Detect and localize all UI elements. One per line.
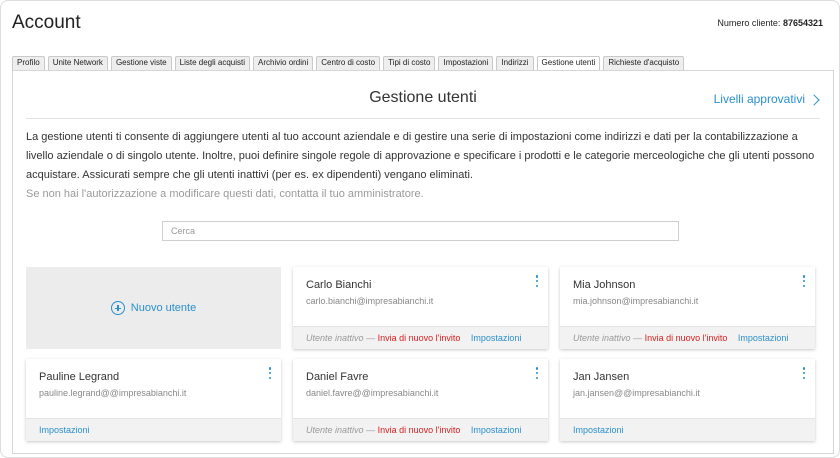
tab-tipi-di-costo[interactable]: Tipi di costo	[383, 56, 436, 70]
user-name: Mia Johnson	[573, 279, 636, 291]
user-card: Mia Johnson mia.johnson@impresabianchi.i…	[560, 267, 815, 349]
account-page: Account Numero cliente: 87654321 Profilo…	[0, 0, 840, 458]
user-card: Carlo Bianchi carlo.bianchi@impresabianc…	[293, 267, 548, 349]
plus-circle-icon	[110, 301, 125, 315]
separator: —	[366, 425, 376, 435]
separator: —	[366, 333, 376, 343]
permission-note: Se non hai l'autorizzazione a modificare…	[26, 188, 424, 200]
user-name: Carlo Bianchi	[306, 279, 372, 291]
more-options-icon[interactable]	[267, 367, 273, 379]
user-name: Pauline Legrand	[39, 371, 120, 383]
card-footer: Impostazioni	[560, 418, 815, 441]
approval-levels-label: Livelli approvativi	[713, 92, 805, 106]
user-email: pauline.legrand@@impresabianchi.it	[39, 388, 187, 398]
separator: —	[633, 333, 643, 343]
user-name: Jan Jansen	[573, 371, 630, 383]
client-number-label: Numero cliente:	[717, 18, 781, 28]
user-card: Daniel Favre daniel.favre@@impresabianch…	[293, 359, 548, 441]
tab-archivio-ordini[interactable]: Archivio ordini	[253, 56, 314, 70]
description: La gestione utenti ti consente di aggiun…	[26, 128, 826, 204]
tab-profilo[interactable]: Profilo	[12, 56, 45, 70]
tab-gestione-utenti[interactable]: Gestione utenti	[536, 56, 601, 70]
user-settings-link[interactable]: Impostazioni	[573, 425, 624, 435]
section-header: Gestione utenti Livelli approvativi	[26, 83, 820, 119]
new-user-label: Nuovo utente	[130, 302, 197, 314]
more-options-icon[interactable]	[801, 275, 807, 287]
inactive-label: Utente inattivo	[306, 333, 364, 343]
more-options-icon[interactable]	[534, 367, 540, 379]
client-number: Numero cliente: 87654321	[717, 18, 823, 28]
page-title: Account	[12, 12, 81, 33]
search-input[interactable]	[162, 221, 679, 241]
user-email: mia.johnson@impresabianchi.it	[573, 296, 699, 306]
resend-invite-link[interactable]: Invia di nuovo l'invito	[378, 333, 461, 343]
tab-richieste-acquisto[interactable]: Richieste d'acquisto	[603, 56, 685, 70]
card-footer: Impostazioni	[26, 418, 281, 441]
tab-bar: Profilo Unite Network Gestione viste Lis…	[12, 56, 687, 70]
tab-impostazioni[interactable]: Impostazioni	[438, 56, 494, 70]
more-options-icon[interactable]	[801, 367, 807, 379]
card-footer: Utente inattivo — Invia di nuovo l'invit…	[293, 326, 548, 349]
user-settings-link[interactable]: Impostazioni	[39, 425, 90, 435]
new-user-button[interactable]: Nuovo utente	[26, 267, 281, 349]
tab-unite-network[interactable]: Unite Network	[47, 56, 108, 70]
client-number-value: 87654321	[782, 18, 823, 28]
card-footer: Utente inattivo — Invia di nuovo l'invit…	[560, 326, 815, 349]
tab-liste-acquisti[interactable]: Liste degli acquisti	[174, 56, 251, 70]
user-name: Daniel Favre	[306, 371, 369, 383]
user-email: carlo.bianchi@impresabianchi.it	[306, 296, 434, 306]
section-title: Gestione utenti	[369, 89, 477, 106]
tab-centro-di-costo[interactable]: Centro di costo	[316, 56, 381, 70]
chevron-right-icon	[808, 93, 820, 106]
card-footer: Utente inattivo — Invia di nuovo l'invit…	[293, 418, 548, 441]
user-settings-link[interactable]: Impostazioni	[471, 425, 522, 435]
approval-levels-link[interactable]: Livelli approvativi	[713, 92, 820, 106]
more-options-icon[interactable]	[534, 275, 540, 287]
user-card: Pauline Legrand pauline.legrand@@impresa…	[26, 359, 281, 441]
user-email: jan.jansen@@impresabianchi.it	[573, 388, 700, 398]
inactive-label: Utente inattivo	[573, 333, 631, 343]
user-management-panel: Gestione utenti Livelli approvativi La g…	[12, 70, 834, 454]
inactive-label: Utente inattivo	[306, 425, 364, 435]
tab-indirizzi[interactable]: Indirizzi	[496, 56, 534, 70]
description-text: La gestione utenti ti consente di aggiun…	[26, 131, 815, 181]
user-settings-link[interactable]: Impostazioni	[738, 333, 789, 343]
user-card: Jan Jansen jan.jansen@@impresabianchi.it…	[560, 359, 815, 441]
tab-gestione-viste[interactable]: Gestione viste	[110, 56, 172, 70]
user-email: daniel.favre@@impresabianchi.it	[306, 388, 439, 398]
user-settings-link[interactable]: Impostazioni	[471, 333, 522, 343]
resend-invite-link[interactable]: Invia di nuovo l'invito	[378, 425, 461, 435]
resend-invite-link[interactable]: Invia di nuovo l'invito	[645, 333, 728, 343]
